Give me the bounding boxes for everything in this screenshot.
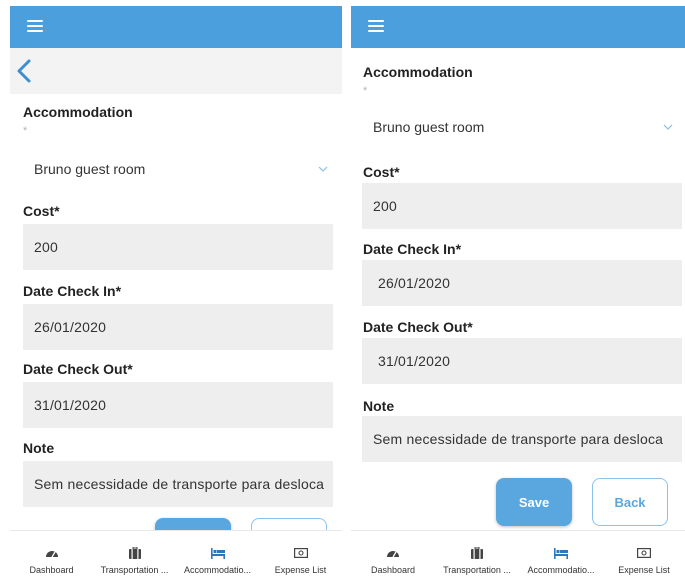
note-input[interactable]: Sem necessidade de transporte para deslo… [23, 461, 333, 507]
nav-expense-list[interactable]: Expense List [603, 531, 685, 584]
nav-label: Transportation ... [100, 565, 169, 575]
right-screen: Accommodation * Bruno guest room Cost* 2… [351, 0, 685, 584]
bed-icon [554, 548, 568, 559]
nav-label: Expense List [274, 565, 327, 575]
note-label: Note [23, 440, 55, 456]
nav-accommodation[interactable]: Accommodatio... [519, 531, 603, 584]
checkout-label: Date Check Out* [23, 361, 133, 377]
back-arrow-icon[interactable] [12, 56, 38, 86]
screens-container: Accommodation * Bruno guest room Cost* 2… [0, 0, 685, 584]
required-marker: * [363, 85, 368, 97]
accommodation-select-value: Bruno guest room [34, 161, 146, 177]
left-screen: Accommodation * Bruno guest room Cost* 2… [10, 0, 342, 584]
dashboard-gauge-icon [45, 551, 58, 558]
back-button[interactable]: Back [592, 478, 668, 526]
nav-label: Expense List [618, 565, 670, 575]
nav-label: Accommodatio... [183, 565, 252, 575]
nav-transportation[interactable]: Transportation ... [93, 531, 176, 584]
checkin-date-input[interactable]: 26/01/2020 [23, 304, 333, 350]
back-bar [10, 48, 342, 94]
chevron-down-icon [663, 124, 673, 130]
cost-label: Cost* [363, 164, 400, 180]
checkout-label: Date Check Out* [363, 319, 473, 335]
bottom-navigation: Dashboard Transportation ... Accommodati… [10, 530, 342, 584]
cost-input[interactable]: 200 [362, 183, 682, 229]
nav-label: Dashboard [370, 565, 416, 575]
bottom-navigation: Dashboard Transportation ... Accommodati… [351, 530, 685, 584]
note-label: Note [363, 398, 395, 414]
luggage-icon [471, 547, 483, 559]
checkin-date-input[interactable]: 26/01/2020 [362, 260, 682, 306]
money-icon [293, 548, 308, 559]
bed-icon [210, 548, 225, 559]
nav-transportation[interactable]: Transportation ... [435, 531, 519, 584]
nav-dashboard[interactable]: Dashboard [351, 531, 435, 584]
luggage-icon [128, 547, 141, 559]
nav-label: Accommodatio... [527, 565, 595, 575]
nav-dashboard[interactable]: Dashboard [10, 531, 93, 584]
app-bar [351, 6, 685, 48]
dashboard-gauge-icon [387, 551, 399, 558]
accommodation-select[interactable]: Bruno guest room [362, 109, 678, 145]
nav-label: Dashboard [29, 565, 74, 575]
checkout-date-input[interactable]: 31/01/2020 [362, 338, 682, 384]
accommodation-select-value: Bruno guest room [373, 119, 485, 135]
money-icon [637, 548, 651, 559]
note-input[interactable]: Sem necessidade de transporte para deslo… [362, 416, 682, 462]
accommodation-label: Accommodation [363, 64, 473, 80]
cost-label: Cost* [23, 203, 60, 219]
menu-icon[interactable] [27, 20, 43, 32]
save-button[interactable]: Save [496, 478, 572, 526]
checkin-label: Date Check In* [363, 241, 462, 257]
chevron-down-icon [318, 166, 328, 172]
cost-input[interactable]: 200 [23, 224, 333, 270]
nav-expense-list[interactable]: Expense List [259, 531, 342, 584]
menu-icon[interactable] [368, 20, 384, 32]
accommodation-label: Accommodation [23, 104, 133, 120]
checkin-label: Date Check In* [23, 283, 122, 299]
nav-accommodation[interactable]: Accommodatio... [176, 531, 259, 584]
app-bar [10, 6, 342, 48]
checkout-date-input[interactable]: 31/01/2020 [23, 382, 333, 428]
accommodation-select[interactable]: Bruno guest room [23, 151, 333, 187]
nav-label: Transportation ... [443, 565, 511, 575]
required-marker: * [23, 125, 28, 137]
